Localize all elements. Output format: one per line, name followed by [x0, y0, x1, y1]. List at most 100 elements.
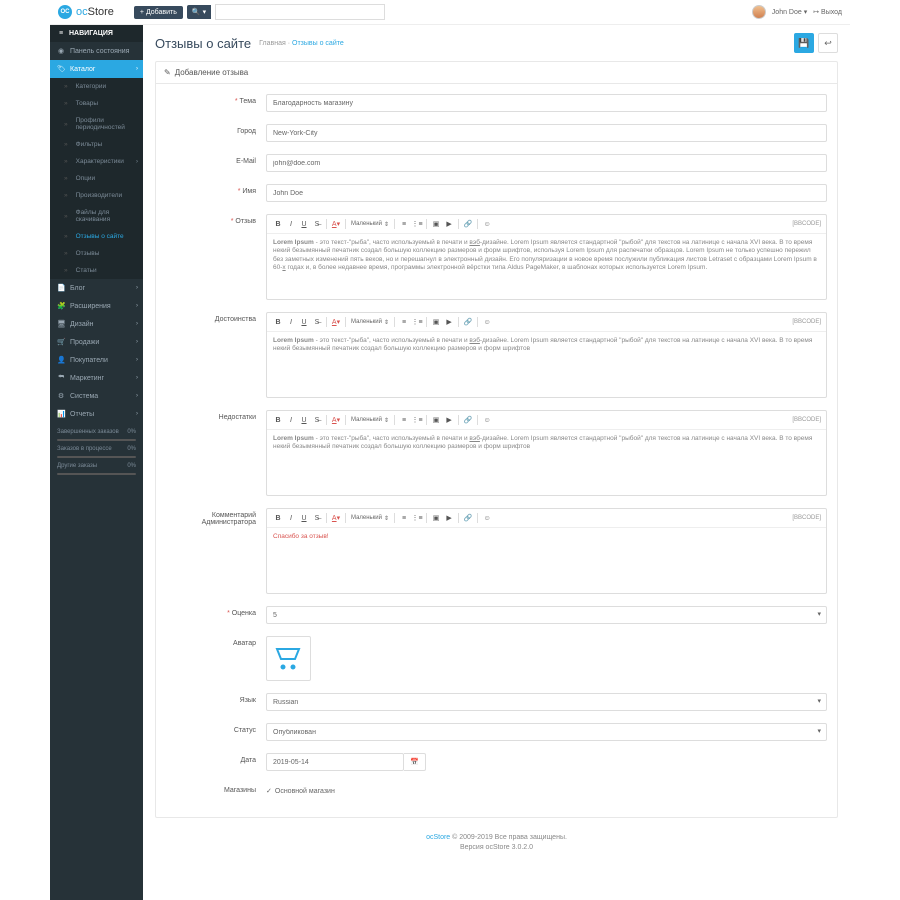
image-button[interactable]: ▣ [430, 512, 442, 524]
emoji-button[interactable]: ☺ [481, 512, 493, 524]
sidebar-item-marketing[interactable]: ⮪Маркетинг› [50, 369, 143, 387]
strike-button[interactable]: S̶ [311, 316, 323, 328]
status-select[interactable]: Опубликован [266, 723, 827, 741]
sidebar-item-dashboard[interactable]: ◉Панель состояния [50, 42, 143, 60]
underline-button[interactable]: U [298, 414, 310, 426]
breadcrumb-current[interactable]: Отзывы о сайте [292, 40, 344, 47]
sidebar-item-products[interactable]: Товары [50, 95, 143, 112]
emoji-button[interactable]: ☺ [481, 414, 493, 426]
emoji-button[interactable]: ☺ [481, 316, 493, 328]
sidebar-item-blog[interactable]: 📄Блог› [50, 279, 143, 297]
color-button[interactable]: A▾ [330, 218, 342, 230]
admin-comment-textarea[interactable]: Спасибо за отзыв! [267, 528, 826, 593]
user-dropdown[interactable]: John Doe ▾ [772, 8, 807, 16]
color-button[interactable]: A▾ [330, 414, 342, 426]
list-ul-button[interactable]: ⋮≡ [411, 218, 423, 230]
list-ul-button[interactable]: ⋮≡ [411, 316, 423, 328]
italic-button[interactable]: I [285, 316, 297, 328]
strike-button[interactable]: S̶ [311, 218, 323, 230]
sidebar-item-attributes[interactable]: Характеристики› [50, 153, 143, 170]
breadcrumb-home[interactable]: Главная [259, 40, 286, 47]
language-select[interactable]: Russian [266, 693, 827, 711]
rating-select[interactable]: 5 [266, 606, 827, 624]
bold-button[interactable]: B [272, 218, 284, 230]
sidebar-item-categories[interactable]: Категории [50, 78, 143, 95]
theme-input[interactable] [266, 94, 827, 112]
user-avatar-icon[interactable] [752, 5, 766, 19]
video-button[interactable]: ▶ [443, 512, 455, 524]
video-button[interactable]: ▶ [443, 414, 455, 426]
size-dropdown[interactable]: Маленький ⇕ [349, 417, 391, 424]
sidebar-item-extensions[interactable]: 🧩Расширения› [50, 297, 143, 315]
footer-brand-link[interactable]: ocStore [426, 834, 450, 841]
size-dropdown[interactable]: Маленький ⇕ [349, 221, 391, 228]
save-button[interactable]: 💾 [794, 33, 814, 53]
bold-button[interactable]: B [272, 512, 284, 524]
link-button[interactable]: 🔗 [462, 414, 474, 426]
logo[interactable]: OC ocStore [58, 5, 114, 19]
sidebar-item-filters[interactable]: Фильтры [50, 136, 143, 153]
list-ol-button[interactable]: ≡ [398, 316, 410, 328]
back-button[interactable]: ↩ [818, 33, 838, 53]
name-input[interactable] [266, 184, 827, 202]
sidebar-item-reviews[interactable]: Отзывы [50, 245, 143, 262]
size-dropdown[interactable]: Маленький ⇕ [349, 319, 391, 326]
puzzle-icon: 🧩 [57, 302, 65, 310]
sidebar-item-downloads[interactable]: Файлы для скачивания [50, 204, 143, 228]
list-ul-button[interactable]: ⋮≡ [411, 512, 423, 524]
link-button[interactable]: 🔗 [462, 512, 474, 524]
list-ol-button[interactable]: ≡ [398, 512, 410, 524]
city-input[interactable] [266, 124, 827, 142]
bbcode-toggle[interactable]: [BBCODE] [792, 515, 821, 521]
strike-button[interactable]: S̶ [311, 512, 323, 524]
color-button[interactable]: A▾ [330, 512, 342, 524]
sidebar-item-catalog[interactable]: 🏷Каталог› [50, 60, 143, 78]
bbcode-toggle[interactable]: [BBCODE] [792, 221, 821, 227]
underline-button[interactable]: U [298, 218, 310, 230]
cons-textarea[interactable]: Lorem Ipsum - это текст-"рыба", часто ис… [267, 430, 826, 495]
search-input[interactable] [215, 4, 385, 20]
sidebar-item-sales[interactable]: 🛒Продажи› [50, 333, 143, 351]
bbcode-toggle[interactable]: [BBCODE] [792, 319, 821, 325]
sidebar-item-design[interactable]: 🖥Дизайн› [50, 315, 143, 333]
add-button[interactable]: + Добавить [134, 6, 183, 19]
date-picker-button[interactable]: 📅 [404, 753, 426, 771]
search-button[interactable]: 🔍 ▾ [187, 5, 211, 19]
italic-button[interactable]: I [285, 218, 297, 230]
email-input[interactable] [266, 154, 827, 172]
list-ol-button[interactable]: ≡ [398, 218, 410, 230]
underline-button[interactable]: U [298, 512, 310, 524]
sidebar-item-manufacturers[interactable]: Производители [50, 187, 143, 204]
review-textarea[interactable]: Lorem Ipsum - это текст-"рыба", часто ис… [267, 234, 826, 299]
sidebar-item-system[interactable]: ⚙Система› [50, 387, 143, 405]
italic-button[interactable]: I [285, 512, 297, 524]
sidebar-item-site-reviews[interactable]: Отзывы о сайте [50, 228, 143, 245]
logout-button[interactable]: ↦ Выход [813, 8, 842, 16]
bold-button[interactable]: B [272, 414, 284, 426]
size-dropdown[interactable]: Маленький ⇕ [349, 515, 391, 522]
date-input[interactable] [266, 753, 404, 771]
bbcode-toggle[interactable]: [BBCODE] [792, 417, 821, 423]
sidebar-item-options[interactable]: Опции [50, 170, 143, 187]
video-button[interactable]: ▶ [443, 316, 455, 328]
color-button[interactable]: A▾ [330, 316, 342, 328]
image-button[interactable]: ▣ [430, 414, 442, 426]
list-ol-button[interactable]: ≡ [398, 414, 410, 426]
pros-textarea[interactable]: Lorem Ipsum - это текст-"рыба", часто ис… [267, 332, 826, 397]
sidebar-item-customers[interactable]: 👤Покупатели› [50, 351, 143, 369]
sidebar-item-recurring[interactable]: Профили периодичностей [50, 112, 143, 136]
list-ul-button[interactable]: ⋮≡ [411, 414, 423, 426]
image-button[interactable]: ▣ [430, 218, 442, 230]
link-button[interactable]: 🔗 [462, 316, 474, 328]
image-button[interactable]: ▣ [430, 316, 442, 328]
italic-button[interactable]: I [285, 414, 297, 426]
underline-button[interactable]: U [298, 316, 310, 328]
emoji-button[interactable]: ☺ [481, 218, 493, 230]
avatar-picker[interactable] [266, 636, 311, 681]
video-button[interactable]: ▶ [443, 218, 455, 230]
sidebar-item-articles[interactable]: Статьи [50, 262, 143, 279]
sidebar-item-reports[interactable]: 📊Отчеты› [50, 405, 143, 423]
strike-button[interactable]: S̶ [311, 414, 323, 426]
bold-button[interactable]: B [272, 316, 284, 328]
link-button[interactable]: 🔗 [462, 218, 474, 230]
